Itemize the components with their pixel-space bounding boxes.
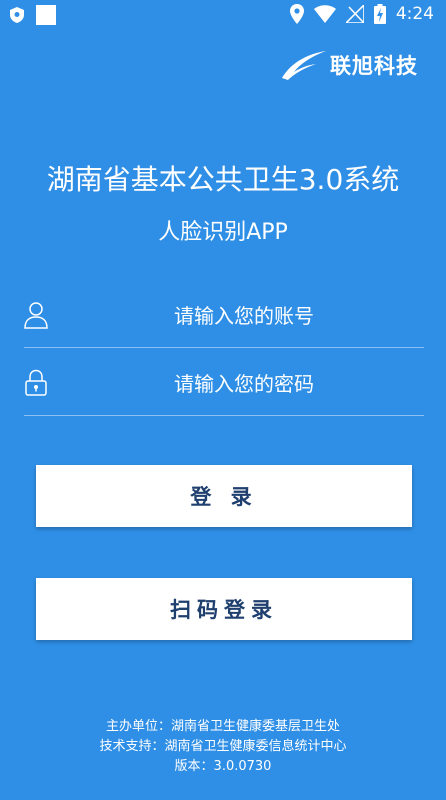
notification-icon: [36, 5, 56, 25]
app-title: 湖南省基本公共卫生3.0系统: [46, 163, 400, 196]
scan-login-button[interactable]: 扫码登录: [36, 578, 412, 640]
wifi-icon: [313, 5, 336, 23]
footer-version: 版本：3.0.0730: [174, 759, 272, 774]
app-subtitle: 人脸识别APP: [158, 220, 288, 245]
user-icon: [24, 302, 48, 329]
location-icon: [289, 4, 304, 24]
footer-organizer: 主办单位：湖南省卫生健康委基层卫生处: [105, 719, 340, 734]
status-bar: 4:24: [0, 0, 446, 30]
brand-logo-icon: [282, 51, 326, 80]
lock-icon: [25, 369, 47, 396]
account-input[interactable]: [64, 293, 424, 339]
brand-name: 联旭科技: [330, 54, 418, 78]
shield-icon: [10, 7, 24, 23]
brand-logo: 联旭科技: [280, 50, 418, 80]
password-field-row: [24, 353, 424, 416]
status-left: [10, 5, 56, 25]
login-button[interactable]: 登 录: [36, 465, 412, 527]
no-signal-icon: [345, 5, 364, 23]
footer-tech-support: 技术支持：湖南省卫生健康委信息统计中心: [99, 739, 347, 754]
status-time: 4:24: [395, 4, 434, 24]
status-right: 4:24: [289, 4, 434, 24]
password-input[interactable]: [64, 361, 424, 407]
footer: 主办单位：湖南省卫生健康委基层卫生处 技术支持：湖南省卫生健康委信息统计中心 版…: [0, 717, 446, 777]
battery-charging-icon: [373, 4, 386, 24]
account-field-row: [24, 285, 424, 348]
